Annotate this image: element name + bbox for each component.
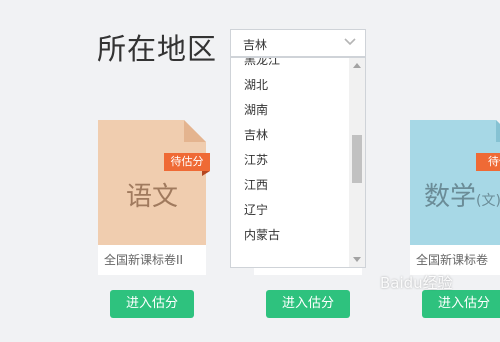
status-badge: 待估 [476, 153, 500, 171]
badge-fold [202, 171, 210, 176]
region-option[interactable]: 黑龙江 [231, 58, 349, 73]
exam-card-math[interactable]: 数学(文) 待估 全国新课标卷 [410, 120, 500, 276]
scroll-down-icon[interactable] [353, 257, 361, 262]
status-badge: 待估分 [164, 153, 210, 171]
exam-paper: 语文 [98, 120, 206, 245]
region-select[interactable]: 吉林 [230, 29, 366, 57]
watermark: Baidu经验 [380, 274, 453, 292]
region-option[interactable]: 湖北 [231, 73, 349, 98]
region-option[interactable]: 内蒙古 [231, 223, 349, 248]
subject-title: 语文 [125, 182, 178, 212]
region-label: 所在地区 [97, 32, 218, 66]
chevron-down-icon [344, 38, 356, 46]
exam-paper: 数学(文) [410, 120, 500, 245]
region-option-list: 黑龙江 湖北 湖南 吉林 江苏 江西 辽宁 内蒙古 [231, 58, 349, 248]
region-option[interactable]: 江西 [231, 173, 349, 198]
region-option[interactable]: 吉林 [231, 123, 349, 148]
scroll-up-icon[interactable] [353, 63, 361, 68]
region-select-value: 吉林 [243, 38, 268, 52]
enter-estimate-button[interactable]: 进入估分 [266, 290, 350, 318]
dropdown-scrollbar[interactable] [349, 58, 365, 267]
region-option[interactable]: 辽宁 [231, 198, 349, 223]
scrollbar-thumb[interactable] [352, 135, 362, 183]
exam-caption: 全国新课标卷 [410, 245, 500, 275]
region-option[interactable]: 湖南 [231, 98, 349, 123]
region-option[interactable]: 江苏 [231, 148, 349, 173]
subject-title: 数学(文) [424, 182, 500, 212]
region-dropdown[interactable]: 黑龙江 湖北 湖南 吉林 江苏 江西 辽宁 内蒙古 [230, 57, 366, 268]
exam-caption: 全国新课标卷II [98, 245, 206, 275]
exam-card-chinese[interactable]: 语文 待估分 全国新课标卷II [98, 120, 210, 276]
enter-estimate-button[interactable]: 进入估分 [422, 290, 500, 318]
enter-estimate-button[interactable]: 进入估分 [110, 290, 194, 318]
